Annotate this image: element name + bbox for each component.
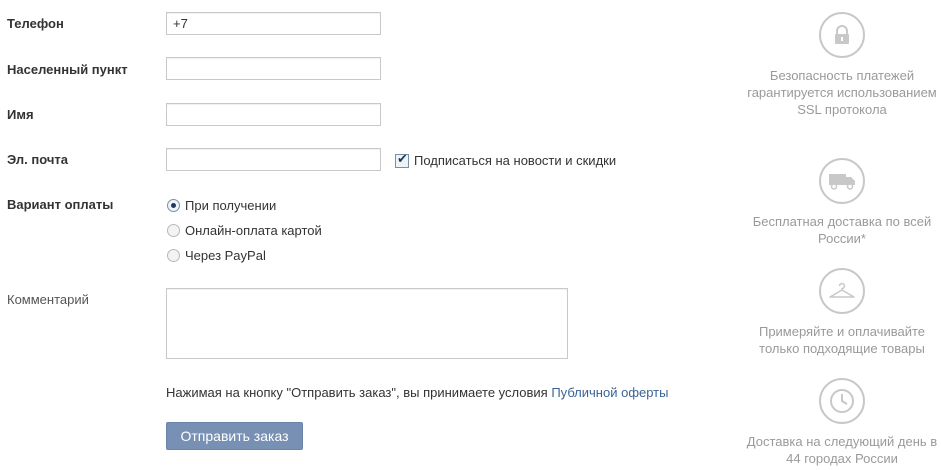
feature-fitting: Примеряйте и оплачивайте только подходящ… [742,268,941,357]
phone-label: Телефон [7,16,64,31]
payment-option-label: При получении [185,198,277,213]
email-label: Эл. почта [7,152,69,167]
phone-input[interactable]: +7 [166,12,381,35]
feature-text: Бесплатная доставка по всей России* [752,214,932,246]
name-input[interactable] [166,103,381,126]
payment-option-paypal[interactable]: Через PayPal [167,248,266,263]
radio-button[interactable] [167,249,180,262]
clock-icon [819,378,865,424]
payment-label: Вариант оплаты [7,197,114,212]
payment-option-on-delivery[interactable]: При получении [167,198,276,213]
subscribe-checkbox[interactable]: ✔ [395,150,409,168]
payment-option-card[interactable]: Онлайн-оплата картой [167,223,322,238]
payment-option-label: Онлайн-оплата картой [185,223,322,238]
feature-next-day: Доставка на следующий день в 44 городах … [742,378,941,467]
terms-notice: Нажимая на кнопку "Отправить заказ", вы … [166,385,668,400]
lock-icon [819,12,865,58]
subscribe-checkbox-row[interactable]: ✔ Подписаться на новости и скидки [395,150,617,168]
feature-text: Доставка на следующий день в 44 городах … [746,434,938,466]
feature-delivery: Бесплатная доставка по всей России* [742,158,941,247]
radio-button[interactable] [167,224,180,237]
submit-order-button[interactable]: Отправить заказ [166,422,303,450]
email-input[interactable] [166,148,381,171]
check-icon: ✔ [397,150,408,166]
city-label: Населенный пункт [7,62,128,77]
comment-textarea[interactable] [166,288,568,359]
truck-icon [819,158,865,204]
name-label: Имя [7,107,34,122]
terms-text: Нажимая на кнопку "Отправить заказ", вы … [166,385,552,400]
payment-option-label: Через PayPal [185,248,266,263]
feature-text: Примеряйте и оплачивайте только подходящ… [758,324,926,356]
feature-ssl: Безопасность платежей гарантируется испо… [742,12,941,118]
hanger-icon [819,268,865,314]
radio-button[interactable] [167,199,180,212]
public-offer-link[interactable]: Публичной оферты [551,385,668,400]
comment-label: Комментарий [7,292,89,307]
subscribe-label: Подписаться на новости и скидки [414,153,617,168]
city-input[interactable] [166,57,381,80]
feature-text: Безопасность платежей гарантируется испо… [747,68,937,117]
